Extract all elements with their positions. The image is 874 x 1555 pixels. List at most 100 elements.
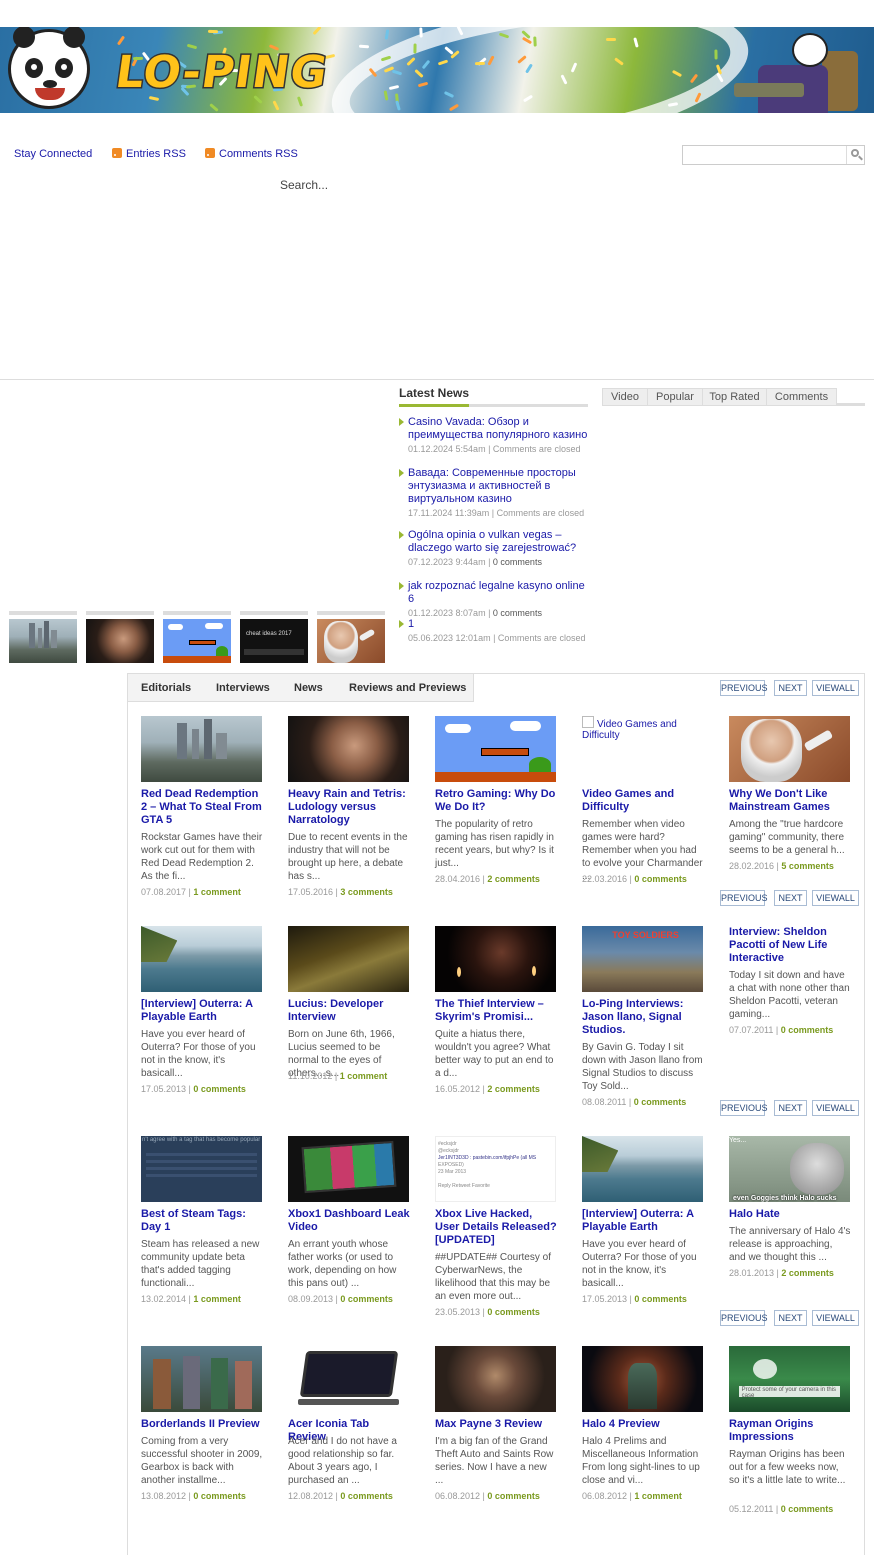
article-comments-link[interactable]: 0 comments <box>781 1504 834 1514</box>
article-title[interactable]: Xbox1 Dashboard Leak Video <box>288 1208 410 1234</box>
article-thumbnail[interactable] <box>288 926 409 992</box>
previous-button[interactable]: PREVIOUS <box>720 1100 768 1116</box>
news-item-title[interactable]: Ogólna opinia o vulkan vegas – dlaczego … <box>408 529 588 555</box>
article-thumbnail[interactable] <box>582 1346 703 1412</box>
article-comments-link[interactable]: 0 comments <box>634 874 687 884</box>
news-item-title[interactable]: 1 <box>408 618 588 631</box>
article-comments-link[interactable]: 0 comments <box>781 1025 834 1035</box>
strip-thumbnail[interactable] <box>9 611 77 663</box>
next-button[interactable]: NEXT <box>774 890 807 906</box>
news-item-comments[interactable]: 0 comments <box>493 557 542 567</box>
viewall-button[interactable]: VIEWALL <box>812 890 859 906</box>
article-comments-link[interactable]: 0 comments <box>487 1307 540 1317</box>
stay-connected-link[interactable]: Stay Connected <box>14 148 92 160</box>
viewall-button[interactable]: VIEWALL <box>812 1310 859 1326</box>
article-comments-link[interactable]: 1 comment <box>193 1294 241 1304</box>
article-thumbnail[interactable] <box>435 716 556 782</box>
search-input[interactable] <box>683 146 847 164</box>
broken-image-alt: Video Games and Difficulty <box>582 716 703 741</box>
article-comments-link[interactable]: 0 comments <box>487 1491 540 1501</box>
article-comments-link[interactable]: 0 comments <box>340 1491 393 1501</box>
article-thumbnail[interactable] <box>435 926 556 992</box>
site-logo[interactable]: LO-PING <box>111 46 333 100</box>
article-thumbnail[interactable] <box>729 716 850 782</box>
next-button[interactable]: NEXT <box>774 1100 807 1116</box>
article-thumbnail[interactable]: Yes... even Goggies think Halo sucks <box>729 1136 850 1202</box>
article-title[interactable]: Interview: Sheldon Pacotti of New Life I… <box>729 926 851 965</box>
article-comments-link[interactable]: 2 comments <box>487 874 540 884</box>
entries-rss-link[interactable]: Entries RSS <box>112 148 186 160</box>
previous-button[interactable]: PREVIOUS <box>720 890 768 906</box>
sidebar-tab-comments[interactable]: Comments <box>766 388 837 405</box>
strip-thumbnail[interactable] <box>86 611 154 663</box>
strip-thumbnail[interactable] <box>163 611 231 663</box>
article-thumbnail[interactable] <box>288 716 409 782</box>
article-comments-link[interactable]: 0 comments <box>193 1084 246 1094</box>
article-thumbnail[interactable] <box>288 1136 409 1202</box>
article-title[interactable]: Heavy Rain and Tetris: Ludology versus N… <box>288 788 410 827</box>
article-comments-link[interactable]: 2 comments <box>487 1084 540 1094</box>
previous-button[interactable]: PREVIOUS <box>720 1310 768 1326</box>
article-comments-link[interactable]: 0 comments <box>340 1294 393 1304</box>
sidebar-tab-video[interactable]: Video <box>602 388 648 405</box>
article-comments-link[interactable]: 5 comments <box>781 861 834 871</box>
article-title[interactable]: Red Dead Redemption 2 – What To Steal Fr… <box>141 788 263 827</box>
search-button[interactable] <box>848 146 864 164</box>
article-thumbnail[interactable] <box>141 926 262 992</box>
article-comments-link[interactable]: 1 comment <box>193 887 241 897</box>
next-button[interactable]: NEXT <box>774 680 807 696</box>
article-comments-link[interactable]: 0 comments <box>193 1491 246 1501</box>
article-comments-link[interactable]: 1 comment <box>634 1491 682 1501</box>
article-title[interactable]: [Interview] Outerra: A Playable Earth <box>582 1208 704 1234</box>
article-meta: 28.02.2016 | 5 comments <box>729 861 834 871</box>
tab-reviews-and-previews[interactable]: Reviews and Previews <box>349 682 466 694</box>
article-thumbnail[interactable] <box>141 716 262 782</box>
article-title[interactable]: Why We Don't Like Mainstream Games <box>729 788 851 814</box>
strip-thumbnail[interactable]: cheat ideas 2017 <box>240 611 308 663</box>
article-title[interactable]: [Interview] Outerra: A Playable Earth <box>141 998 263 1024</box>
next-button[interactable]: NEXT <box>774 1310 807 1326</box>
article-comments-link[interactable]: 2 comments <box>781 1268 834 1278</box>
tab-editorials[interactable]: Editorials <box>141 682 191 694</box>
article-comments-link[interactable]: 3 comments <box>340 887 393 897</box>
tab-news[interactable]: News <box>294 682 323 694</box>
article-thumbnail[interactable] <box>582 1136 703 1202</box>
article-title[interactable]: Lo-Ping Interviews: Jason llano, Signal … <box>582 998 704 1037</box>
viewall-button[interactable]: VIEWALL <box>812 1100 859 1116</box>
news-item-comments[interactable]: 0 comments <box>493 608 542 618</box>
article-thumbnail[interactable]: n't agree with a tag that has become pop… <box>141 1136 262 1202</box>
previous-button[interactable]: PREVIOUS <box>720 680 768 696</box>
article-title[interactable]: Borderlands II Preview <box>141 1418 263 1431</box>
sidebar-tab-popular[interactable]: Popular <box>647 388 703 405</box>
article-comments-link[interactable]: 0 comments <box>634 1294 687 1304</box>
article-thumbnail[interactable] <box>435 1346 556 1412</box>
news-item-title[interactable]: jak rozpoznać legalne kasyno online 6 <box>408 580 588 606</box>
article-title[interactable]: The Thief Interview – Skyrim's Promisi..… <box>435 998 557 1024</box>
article-title[interactable]: Xbox Live Hacked, User Details Released?… <box>435 1208 557 1247</box>
strip-thumbnail[interactable] <box>317 611 385 663</box>
article-thumbnail[interactable] <box>141 1346 262 1412</box>
viewall-button[interactable]: VIEWALL <box>812 680 859 696</box>
article-title[interactable]: Video Games and Difficulty <box>582 788 704 814</box>
article-thumbnail[interactable] <box>288 1346 409 1412</box>
article-comments-link[interactable]: 1 comment <box>340 1071 388 1081</box>
article-comments-link[interactable]: 0 comments <box>634 1097 687 1107</box>
news-item-title[interactable]: Casino Vavada: Обзор и преимущества попу… <box>408 416 588 442</box>
news-item-comments: Comments are closed <box>497 633 586 643</box>
article-thumbnail[interactable]: TOY SOLDIERS <box>582 926 703 992</box>
article-title[interactable]: Retro Gaming: Why Do We Do It? <box>435 788 557 814</box>
sidebar-tab-top-rated[interactable]: Top Rated <box>702 388 767 405</box>
article-title[interactable]: Halo Hate <box>729 1208 851 1221</box>
site-banner[interactable]: LO-PING <box>0 27 874 113</box>
comments-rss-link[interactable]: Comments RSS <box>205 148 298 160</box>
news-item-title[interactable]: Вавада: Современные просторы энтузиазма … <box>408 467 588 506</box>
article-title[interactable]: Max Payne 3 Review <box>435 1418 557 1431</box>
tab-interviews[interactable]: Interviews <box>216 682 270 694</box>
article-title[interactable]: Best of Steam Tags: Day 1 <box>141 1208 263 1234</box>
article-thumbnail[interactable]: #ecksjdr @ecksjdr Jer1INT3D3D : pastebin.c… <box>435 1136 556 1202</box>
article-title[interactable]: Lucius: Developer Interview <box>288 998 410 1024</box>
article-thumbnail[interactable]: Video Games and Difficulty <box>582 716 703 782</box>
article-title[interactable]: Halo 4 Preview <box>582 1418 704 1431</box>
article-title[interactable]: Rayman Origins Impressions <box>729 1418 851 1444</box>
article-thumbnail[interactable]: Protect some of your camera in this case <box>729 1346 850 1412</box>
